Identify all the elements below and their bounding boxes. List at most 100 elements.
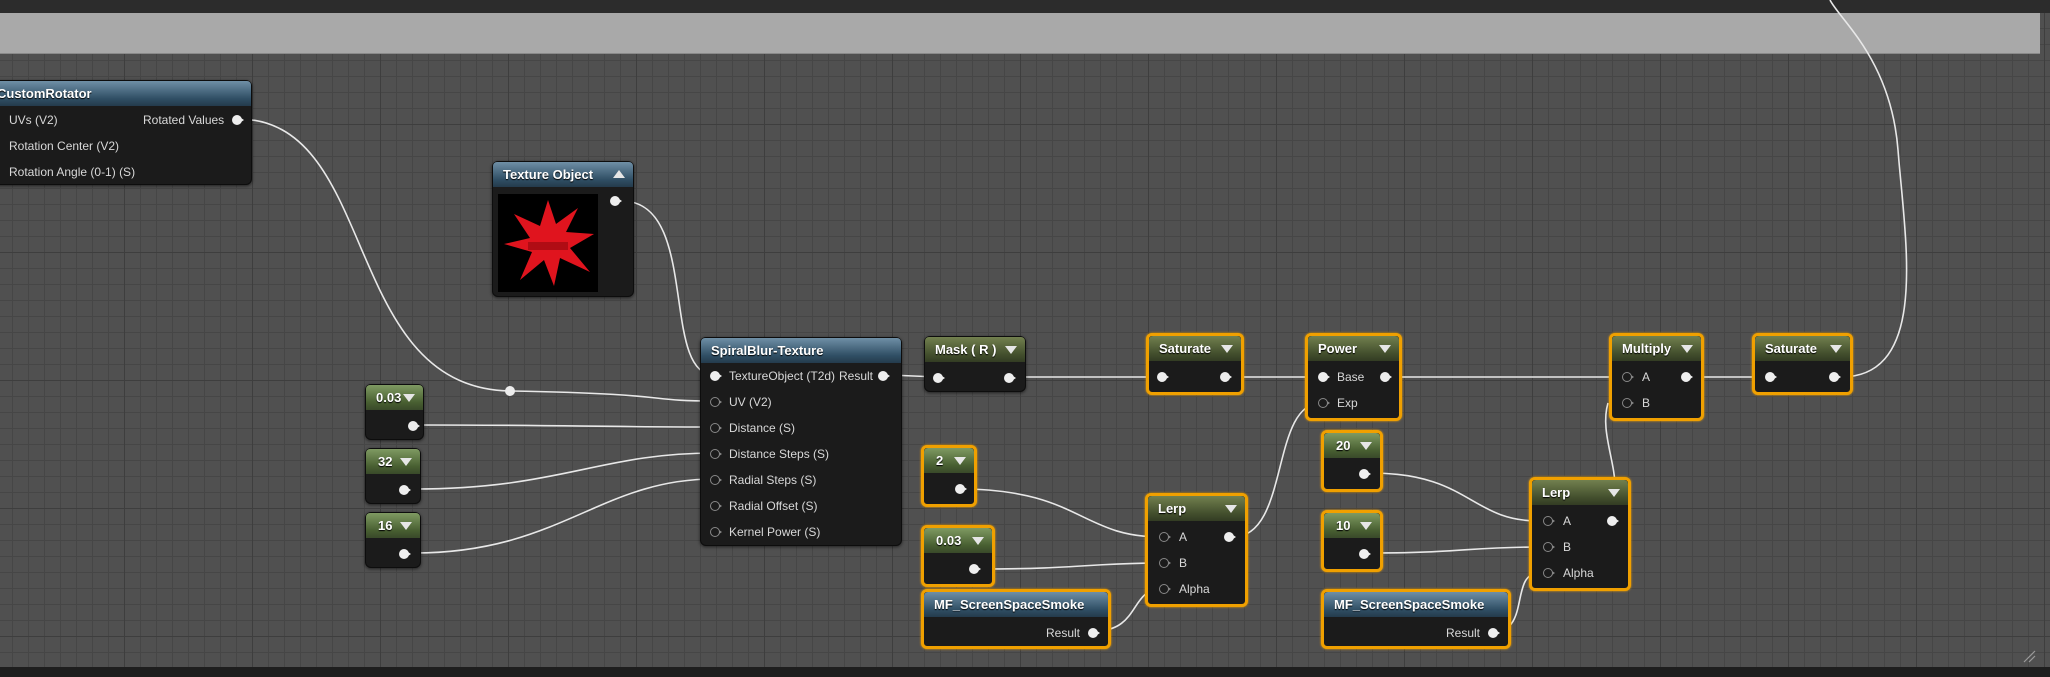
saturate-1-output-pin[interactable]: [1220, 372, 1233, 382]
constant-003-title[interactable]: 0.03: [366, 385, 423, 410]
lerp-node-2[interactable]: Lerp A B Alpha: [1529, 477, 1631, 591]
multiply-output-pin[interactable]: [1681, 372, 1694, 382]
texture-object-title[interactable]: Texture Object: [493, 162, 633, 187]
mask-r-title[interactable]: Mask ( R ): [925, 337, 1025, 362]
mask-r-node[interactable]: Mask ( R ): [924, 336, 1026, 392]
lerp-1-output-pin[interactable]: [1224, 532, 1237, 542]
constant-003-mid-output-pin[interactable]: [969, 564, 982, 574]
base-input-pin[interactable]: [1318, 372, 1331, 382]
mf-smoke-1-title[interactable]: MF_ScreenSpaceSmoke: [924, 592, 1108, 617]
collapse-arrow-icon[interactable]: [613, 170, 625, 178]
result-output-pin[interactable]: [878, 371, 891, 381]
constant-003-output-pin[interactable]: [408, 421, 421, 431]
multiply-node[interactable]: Multiply A B: [1609, 333, 1704, 421]
saturate-2-input-pin[interactable]: [1765, 372, 1778, 382]
mf-screen-space-smoke-node-1[interactable]: MF_ScreenSpaceSmoke Result: [921, 589, 1111, 649]
power-output-pin[interactable]: [1380, 372, 1393, 382]
constant-node-2[interactable]: 2: [921, 445, 977, 507]
lerp-2-b-input-pin[interactable]: [1543, 542, 1556, 552]
constant-16-output-pin[interactable]: [399, 549, 412, 559]
saturate-2-output-pin[interactable]: [1829, 372, 1842, 382]
constant-10-title[interactable]: 10: [1324, 513, 1380, 538]
constant-10-output-pin[interactable]: [1359, 549, 1372, 559]
lerp-2-output-pin[interactable]: [1607, 516, 1620, 526]
constant-32-output-pin[interactable]: [399, 485, 412, 495]
constant-003-mid-title[interactable]: 0.03: [924, 528, 992, 553]
lerp-1-a-input-pin[interactable]: [1159, 532, 1172, 542]
spiral-blur-texture-node[interactable]: SpiralBlur-Texture TextureObject (T2d) R…: [700, 337, 902, 546]
collapse-arrow-icon[interactable]: [954, 457, 966, 465]
mask-input-pin[interactable]: [933, 373, 946, 383]
multiply-b-input-pin[interactable]: [1622, 398, 1635, 408]
lerp-1-b-input-pin[interactable]: [1159, 558, 1172, 568]
constant-20-title[interactable]: 20: [1324, 433, 1380, 458]
mf-smoke-1-output-pin[interactable]: [1088, 628, 1101, 638]
exp-input-pin[interactable]: [1318, 398, 1331, 408]
multiply-title[interactable]: Multiply: [1612, 336, 1701, 361]
custom-rotator-node[interactable]: CustomRotator UVs (V2) Rotation Center (…: [0, 80, 252, 185]
collapse-arrow-icon[interactable]: [1608, 489, 1620, 497]
constant-node-16[interactable]: 16: [365, 512, 421, 568]
distance-steps-input-pin[interactable]: [710, 449, 723, 459]
collapse-arrow-icon[interactable]: [1681, 345, 1693, 353]
resize-grip-icon[interactable]: [2022, 649, 2036, 663]
constant-2-output-pin[interactable]: [955, 484, 968, 494]
saturate-node-1[interactable]: Saturate: [1146, 333, 1244, 395]
constant-node-32[interactable]: 32: [365, 448, 421, 504]
lerp-1-alpha-input-pin[interactable]: [1159, 584, 1172, 594]
collapse-arrow-icon[interactable]: [972, 537, 984, 545]
constant-2-value: 2: [936, 453, 944, 468]
distance-input-pin[interactable]: [710, 423, 723, 433]
lerp-1-title-text: Lerp: [1158, 501, 1187, 516]
constant-32-title[interactable]: 32: [366, 449, 420, 474]
material-graph-canvas[interactable]: CustomRotator UVs (V2) Rotation Center (…: [0, 0, 2050, 677]
lerp-1-title[interactable]: Lerp: [1148, 496, 1245, 521]
spiral-blur-title[interactable]: SpiralBlur-Texture: [701, 338, 901, 363]
collapse-arrow-icon[interactable]: [1360, 442, 1372, 450]
rotation-angle-input-label: Rotation Angle (0-1) (S): [9, 165, 136, 179]
collapse-arrow-icon[interactable]: [1360, 522, 1372, 530]
rotated-values-output-pin[interactable]: [232, 115, 245, 125]
collapse-arrow-icon[interactable]: [400, 458, 412, 466]
collapse-arrow-icon[interactable]: [1005, 346, 1017, 354]
lerp-node-1[interactable]: Lerp A B Alpha: [1145, 493, 1248, 607]
mf-smoke-2-output-pin[interactable]: [1488, 628, 1501, 638]
texture-object-input-pin[interactable]: [710, 371, 723, 381]
saturate-2-title[interactable]: Saturate: [1755, 336, 1850, 361]
mask-output-pin[interactable]: [1004, 373, 1017, 383]
uv-input-pin[interactable]: [710, 397, 723, 407]
kernel-power-input-pin[interactable]: [710, 527, 723, 537]
lerp-2-alpha-input-pin[interactable]: [1543, 568, 1556, 578]
custom-rotator-title[interactable]: CustomRotator: [0, 81, 251, 106]
multiply-a-input-pin[interactable]: [1622, 372, 1635, 382]
saturate-node-2[interactable]: Saturate: [1752, 333, 1853, 395]
collapse-arrow-icon[interactable]: [1379, 345, 1391, 353]
mf-screen-space-smoke-node-2[interactable]: MF_ScreenSpaceSmoke Result: [1321, 589, 1511, 649]
lerp-2-title[interactable]: Lerp: [1532, 480, 1628, 505]
texture-object-node[interactable]: Texture Object: [492, 161, 634, 297]
constant-16-title[interactable]: 16: [366, 513, 420, 538]
collapse-arrow-icon[interactable]: [1225, 505, 1237, 513]
texture-object-input-label: TextureObject (T2d): [729, 369, 836, 383]
collapse-arrow-icon[interactable]: [1830, 345, 1842, 353]
power-title[interactable]: Power: [1308, 336, 1399, 361]
base-input-label: Base: [1337, 370, 1365, 384]
collapse-arrow-icon[interactable]: [1221, 345, 1233, 353]
collapse-arrow-icon[interactable]: [403, 394, 415, 402]
collapse-arrow-icon[interactable]: [400, 522, 412, 530]
mf-smoke-2-title[interactable]: MF_ScreenSpaceSmoke: [1324, 592, 1508, 617]
texture-object-output-pin[interactable]: [610, 196, 623, 206]
constant-2-title[interactable]: 2: [924, 448, 974, 473]
constant-node-20[interactable]: 20: [1321, 430, 1383, 492]
saturate-1-title-text: Saturate: [1159, 341, 1212, 356]
constant-node-003-left[interactable]: 0.03: [365, 384, 424, 440]
radial-offset-input-pin[interactable]: [710, 501, 723, 511]
constant-node-003-mid[interactable]: 0.03: [921, 525, 995, 587]
power-node[interactable]: Power Base Exp: [1305, 333, 1402, 421]
saturate-1-input-pin[interactable]: [1157, 372, 1170, 382]
lerp-2-a-input-pin[interactable]: [1543, 516, 1556, 526]
radial-steps-input-pin[interactable]: [710, 475, 723, 485]
constant-20-output-pin[interactable]: [1359, 469, 1372, 479]
constant-node-10[interactable]: 10: [1321, 510, 1383, 572]
saturate-1-title[interactable]: Saturate: [1149, 336, 1241, 361]
